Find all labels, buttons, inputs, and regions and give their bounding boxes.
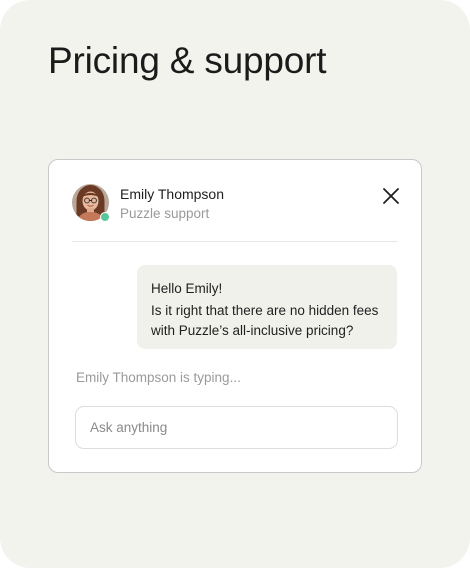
message-line: Hello Emily! xyxy=(151,281,223,296)
chat-input[interactable] xyxy=(75,406,398,449)
chat-header: Emily Thompson Puzzle support xyxy=(72,184,399,226)
message-line: Is it right that there are no hidden fee… xyxy=(151,303,379,318)
user-message-bubble: Hello Emily! Is it right that there are … xyxy=(137,265,397,349)
agent-role: Puzzle support xyxy=(120,206,210,221)
close-icon[interactable] xyxy=(379,184,403,208)
pricing-support-panel: Pricing & support Emily Thompson Puzzle … xyxy=(0,0,470,568)
header-divider xyxy=(72,241,398,242)
support-chat-widget: Emily Thompson Puzzle support Hello Emil… xyxy=(48,159,422,473)
page-title: Pricing & support xyxy=(48,40,327,81)
typing-indicator: Emily Thompson is typing... xyxy=(76,370,241,385)
message-line: with Puzzle’s all-inclusive pricing? xyxy=(151,323,354,338)
close-button[interactable] xyxy=(379,184,403,208)
agent-name: Emily Thompson xyxy=(120,186,225,202)
online-status-dot xyxy=(100,212,110,222)
avatar xyxy=(72,184,110,222)
